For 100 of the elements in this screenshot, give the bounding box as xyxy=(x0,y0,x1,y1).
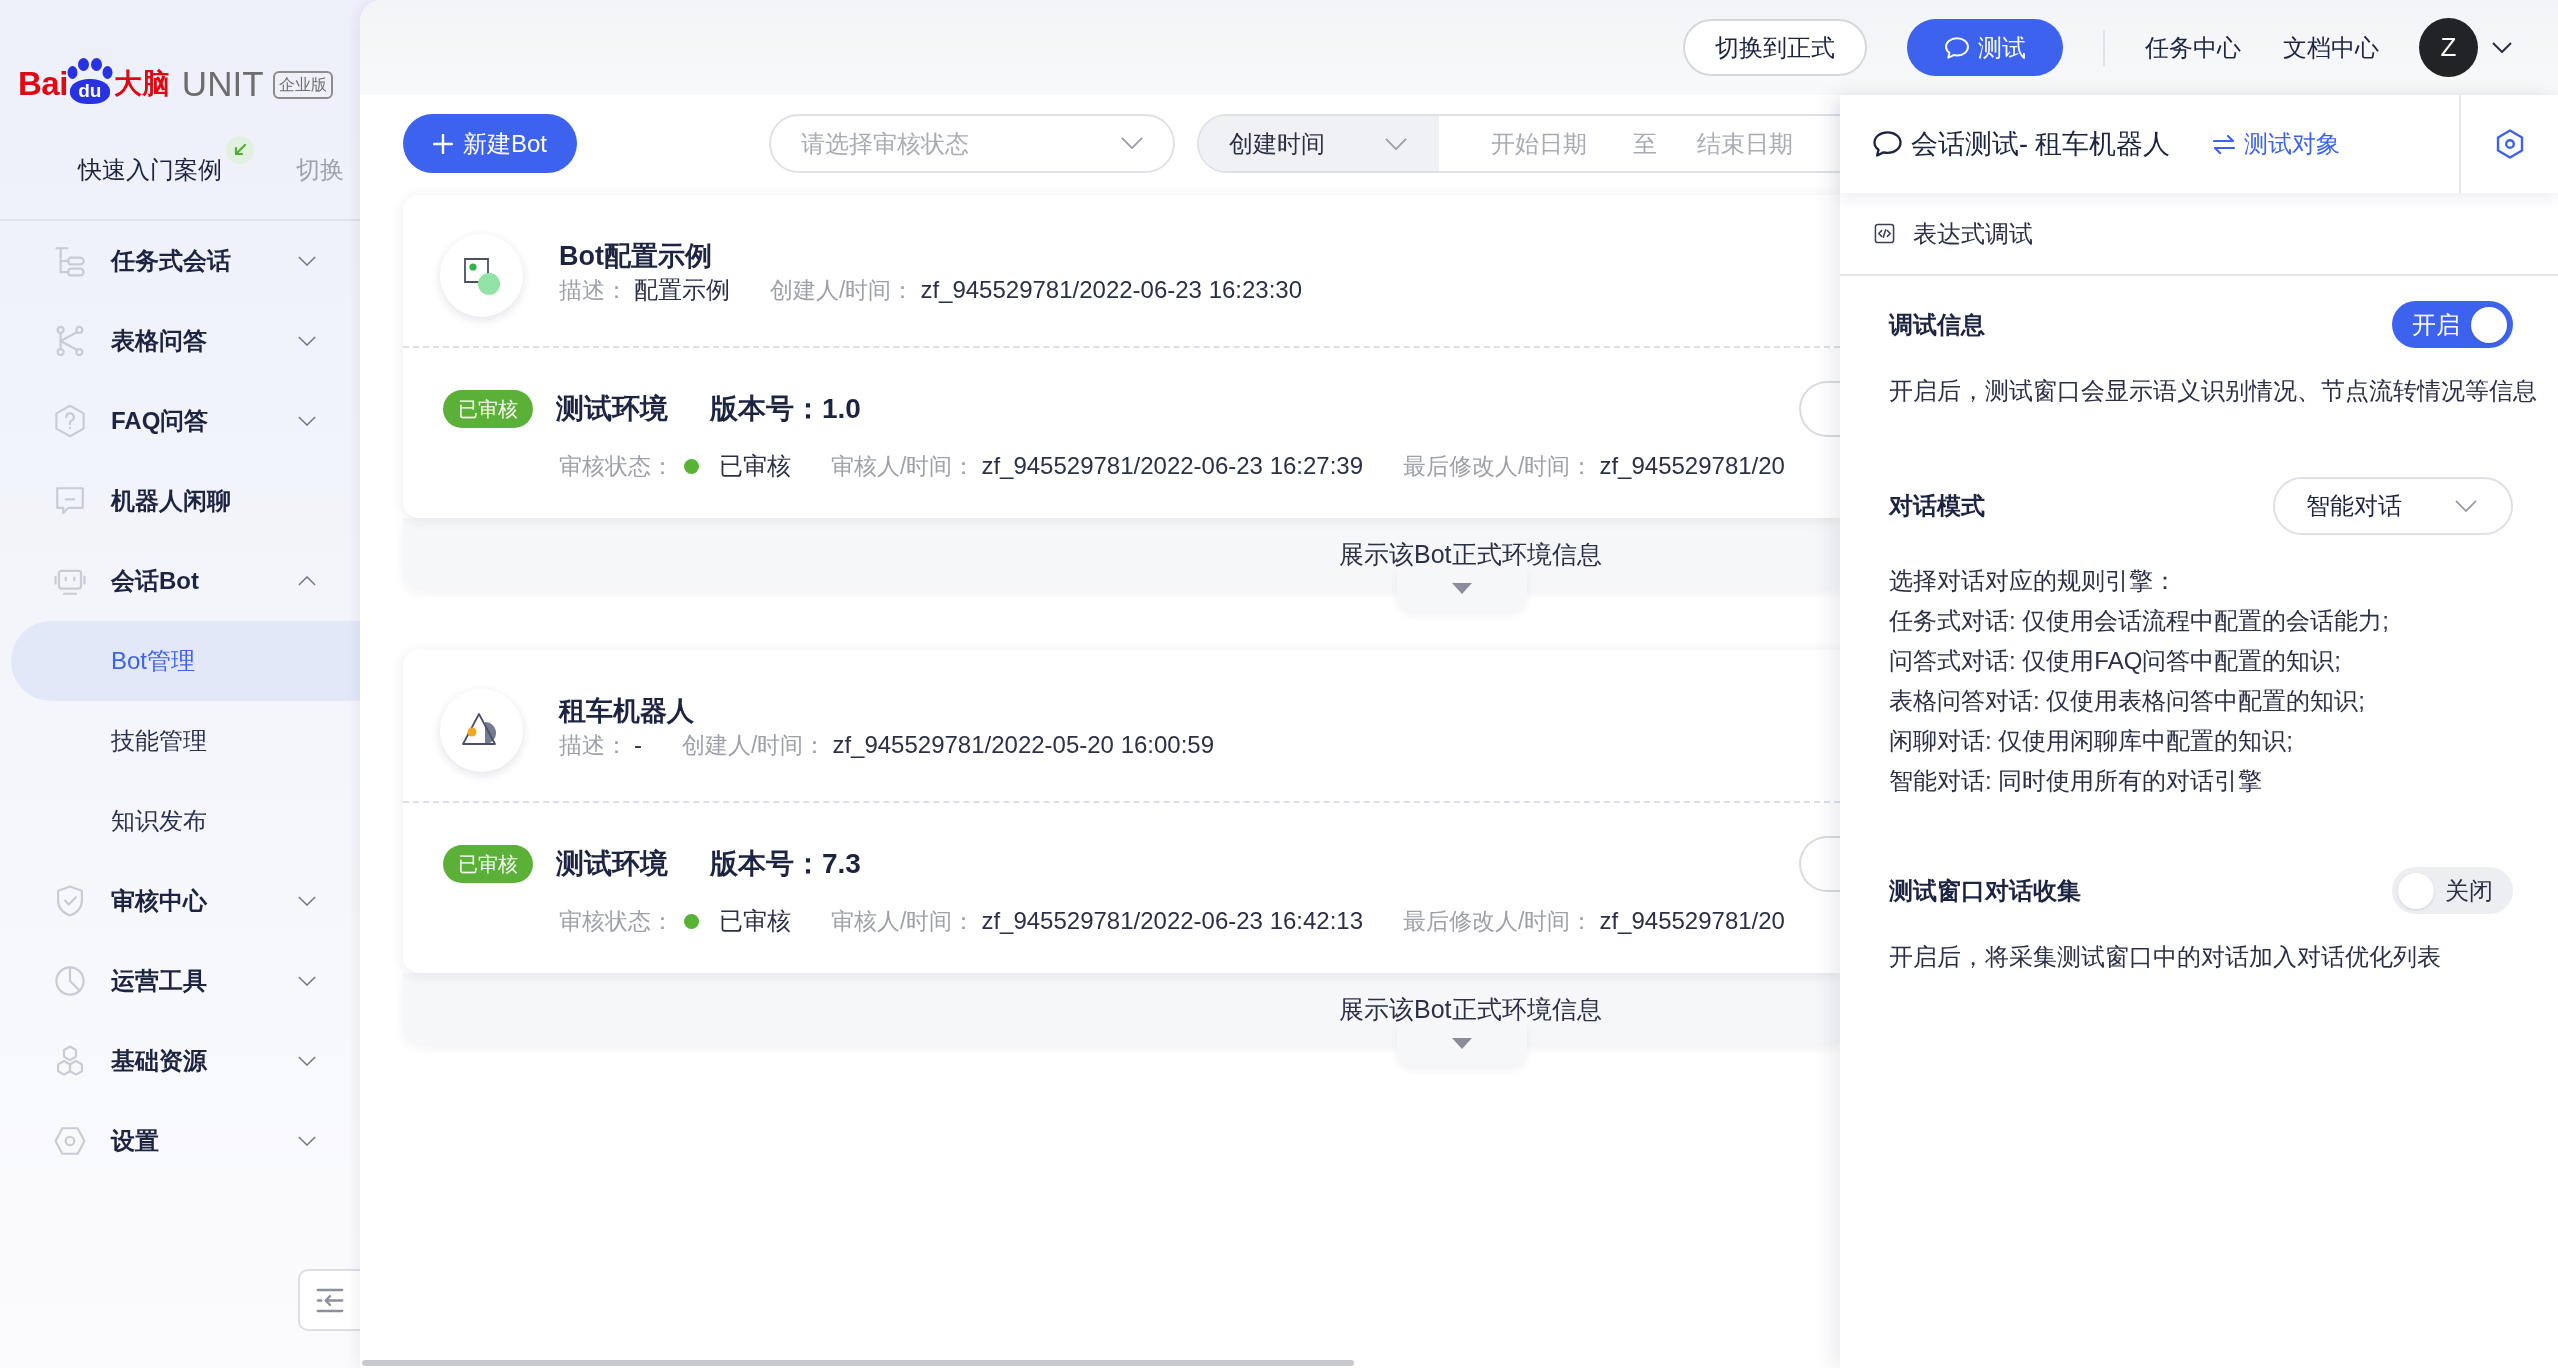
description-text: 表格问答对话: 仅使用表格问答中配置的知识; xyxy=(1889,686,2365,716)
expression-debug-button[interactable]: 表达式调试 xyxy=(1874,217,2033,250)
field-label: 描述： xyxy=(559,731,628,760)
paw-icon xyxy=(66,58,113,80)
swap-icon xyxy=(2212,134,2235,154)
card-action-button[interactable] xyxy=(1799,381,1840,437)
description-text: 问答式对话: 仅使用FAQ问答中配置的知识; xyxy=(1889,646,2341,676)
plus-icon xyxy=(433,133,453,154)
logo-wordmark: 大脑 xyxy=(113,67,170,101)
status-badge: 已审核 xyxy=(443,390,533,428)
nav-link[interactable]: 文档中心 xyxy=(2283,31,2379,64)
logo-mark: du xyxy=(69,79,110,104)
field-label: 创建人/时间： xyxy=(682,731,827,760)
field-label: 描述： xyxy=(559,276,628,305)
start-date-input[interactable]: 开始日期 xyxy=(1491,129,1592,158)
chat-icon xyxy=(1944,35,1970,60)
chat-icon xyxy=(1872,130,1903,158)
date-type-select[interactable]: 创建时间 xyxy=(1199,116,1440,171)
field-value: zf_945529781/2022-06-23 16:27:39 xyxy=(981,451,1364,481)
chevron-down-icon xyxy=(1385,137,1408,150)
quick-start-title[interactable]: 快速入门案例 xyxy=(78,154,222,186)
end-date-input[interactable]: 结束日期 xyxy=(1697,129,1798,158)
bot-name: 租车机器人 xyxy=(559,695,694,728)
sidebar-item[interactable]: 运营工具 xyxy=(0,941,360,1021)
description-text: 智能对话: 同时使用所有的对话引擎 xyxy=(1889,766,2263,796)
expand-info-text[interactable]: 展示该Bot正式环境信息 xyxy=(1339,994,1602,1024)
field-label: 审核人/时间： xyxy=(831,452,976,481)
caret-down-icon xyxy=(1452,583,1472,594)
section-title: 对话模式 xyxy=(1889,491,1985,521)
sidebar-subitem[interactable]: 知识发布 xyxy=(0,781,360,861)
test-button[interactable]: 测试 xyxy=(1907,19,2063,76)
sidebar-item[interactable]: 审核中心 xyxy=(0,861,360,941)
sidebar-item[interactable]: 基础资源 xyxy=(0,1021,360,1101)
sidebar-item[interactable]: FAQ问答 xyxy=(0,381,360,461)
version-number: 7.3 xyxy=(822,847,861,881)
environment-name: 测试环境 xyxy=(556,847,668,881)
flowchart-icon xyxy=(53,244,87,278)
caret-down-icon xyxy=(1452,1038,1472,1049)
bot-name: Bot配置示例 xyxy=(559,240,712,273)
chevron-down-icon xyxy=(2455,500,2477,512)
sidebar-item[interactable]: 会话Bot xyxy=(0,541,360,621)
description-text: 闲聊对话: 仅使用闲聊库中配置的知识; xyxy=(1889,726,2293,756)
section-title: 测试窗口对话收集 xyxy=(1889,875,2081,906)
arrow-badge-icon xyxy=(226,136,254,164)
field-value: zf_945529781/2022-06-23 16:42:13 xyxy=(981,906,1364,936)
user-avatar[interactable]: Z xyxy=(2419,18,2478,77)
sidebar-subitem[interactable]: 技能管理 xyxy=(0,701,360,781)
field-label: 审核状态： xyxy=(559,907,674,936)
field-label: 审核人/时间： xyxy=(831,907,976,936)
settings-icon[interactable] xyxy=(2495,129,2524,159)
sidebar-item[interactable]: 机器人闲聊 xyxy=(0,461,360,541)
card-action-button[interactable] xyxy=(1799,836,1840,892)
description-text: 开启后，将采集测试窗口中的对话加入对话优化列表 xyxy=(1889,942,2441,972)
switch-env-button[interactable]: 切换到正式 xyxy=(1683,19,1867,76)
horizontal-scrollbar[interactable] xyxy=(362,1360,1354,1366)
field-value: zf_945529781/20 xyxy=(1599,906,1785,936)
status-dot-icon xyxy=(684,913,699,929)
sidebar-subitem[interactable]: Bot管理 xyxy=(11,621,360,701)
collapse-icon xyxy=(316,1287,344,1313)
version-label: 版本号： xyxy=(710,392,822,426)
description-text: 选择对话对应的规则引擎： xyxy=(1889,566,2177,596)
field-label: 审核状态： xyxy=(559,452,674,481)
new-bot-button[interactable]: 新建Bot xyxy=(403,114,578,173)
sidebar-item[interactable]: 设置 xyxy=(0,1101,360,1181)
description-text: 开启后，测试窗口会显示语义识别情况、节点流转情况等信息 xyxy=(1889,376,2537,406)
review-status-select[interactable]: 请选择审核状态 xyxy=(769,114,1176,173)
environment-name: 测试环境 xyxy=(556,392,668,426)
field-value: zf_945529781/2022-05-20 16:00:59 xyxy=(832,730,1215,760)
logo-wordmark: Bai xyxy=(18,67,68,101)
date-separator: 至 xyxy=(1633,128,1658,159)
field-value: 已审核 xyxy=(719,906,791,936)
status-dot-icon xyxy=(684,458,699,474)
sidebar-item[interactable]: 表格问答 xyxy=(0,301,360,381)
settings-icon xyxy=(53,1124,87,1158)
sidebar-item[interactable]: 任务式会话 xyxy=(0,221,360,301)
chevron-down-icon[interactable] xyxy=(2492,42,2512,53)
description-text: 任务式对话: 仅使用会话流程中配置的会话能力; xyxy=(1889,606,2389,636)
field-label: 最后修改人/时间： xyxy=(1403,907,1594,936)
field-value: - xyxy=(634,730,642,760)
collapse-sidebar-button[interactable] xyxy=(298,1269,360,1331)
chevron-down-icon xyxy=(1121,137,1144,149)
dialog-mode-select[interactable]: 智能对话 xyxy=(2273,477,2513,535)
field-value: 已审核 xyxy=(719,451,791,481)
section-title: 调试信息 xyxy=(1889,309,1985,340)
edition-badge: 企业版 xyxy=(272,71,333,99)
field-label: 创建人/时间： xyxy=(770,276,915,305)
toggle-switch[interactable]: 关闭 xyxy=(2392,867,2513,914)
code-icon xyxy=(1874,223,1895,244)
date-range-field[interactable]: 创建时间 开始日期 至 结束日期 xyxy=(1197,114,1840,173)
field-label: 最后修改人/时间： xyxy=(1403,452,1594,481)
toggle-switch[interactable]: 开启 xyxy=(2392,301,2513,348)
nav-link[interactable]: 任务中心 xyxy=(2145,31,2241,64)
version-number: 1.0 xyxy=(822,392,861,426)
pie-chart-icon xyxy=(53,964,87,998)
question-hexagon-icon xyxy=(53,404,87,438)
field-value: 配置示例 xyxy=(634,275,730,305)
test-target-link[interactable]: 测试对象 xyxy=(2212,128,2340,160)
field-value: zf_945529781/20 xyxy=(1599,451,1785,481)
expand-info-text[interactable]: 展示该Bot正式环境信息 xyxy=(1339,539,1602,569)
panel-title: 会话测试- 租车机器人 xyxy=(1911,128,2171,161)
